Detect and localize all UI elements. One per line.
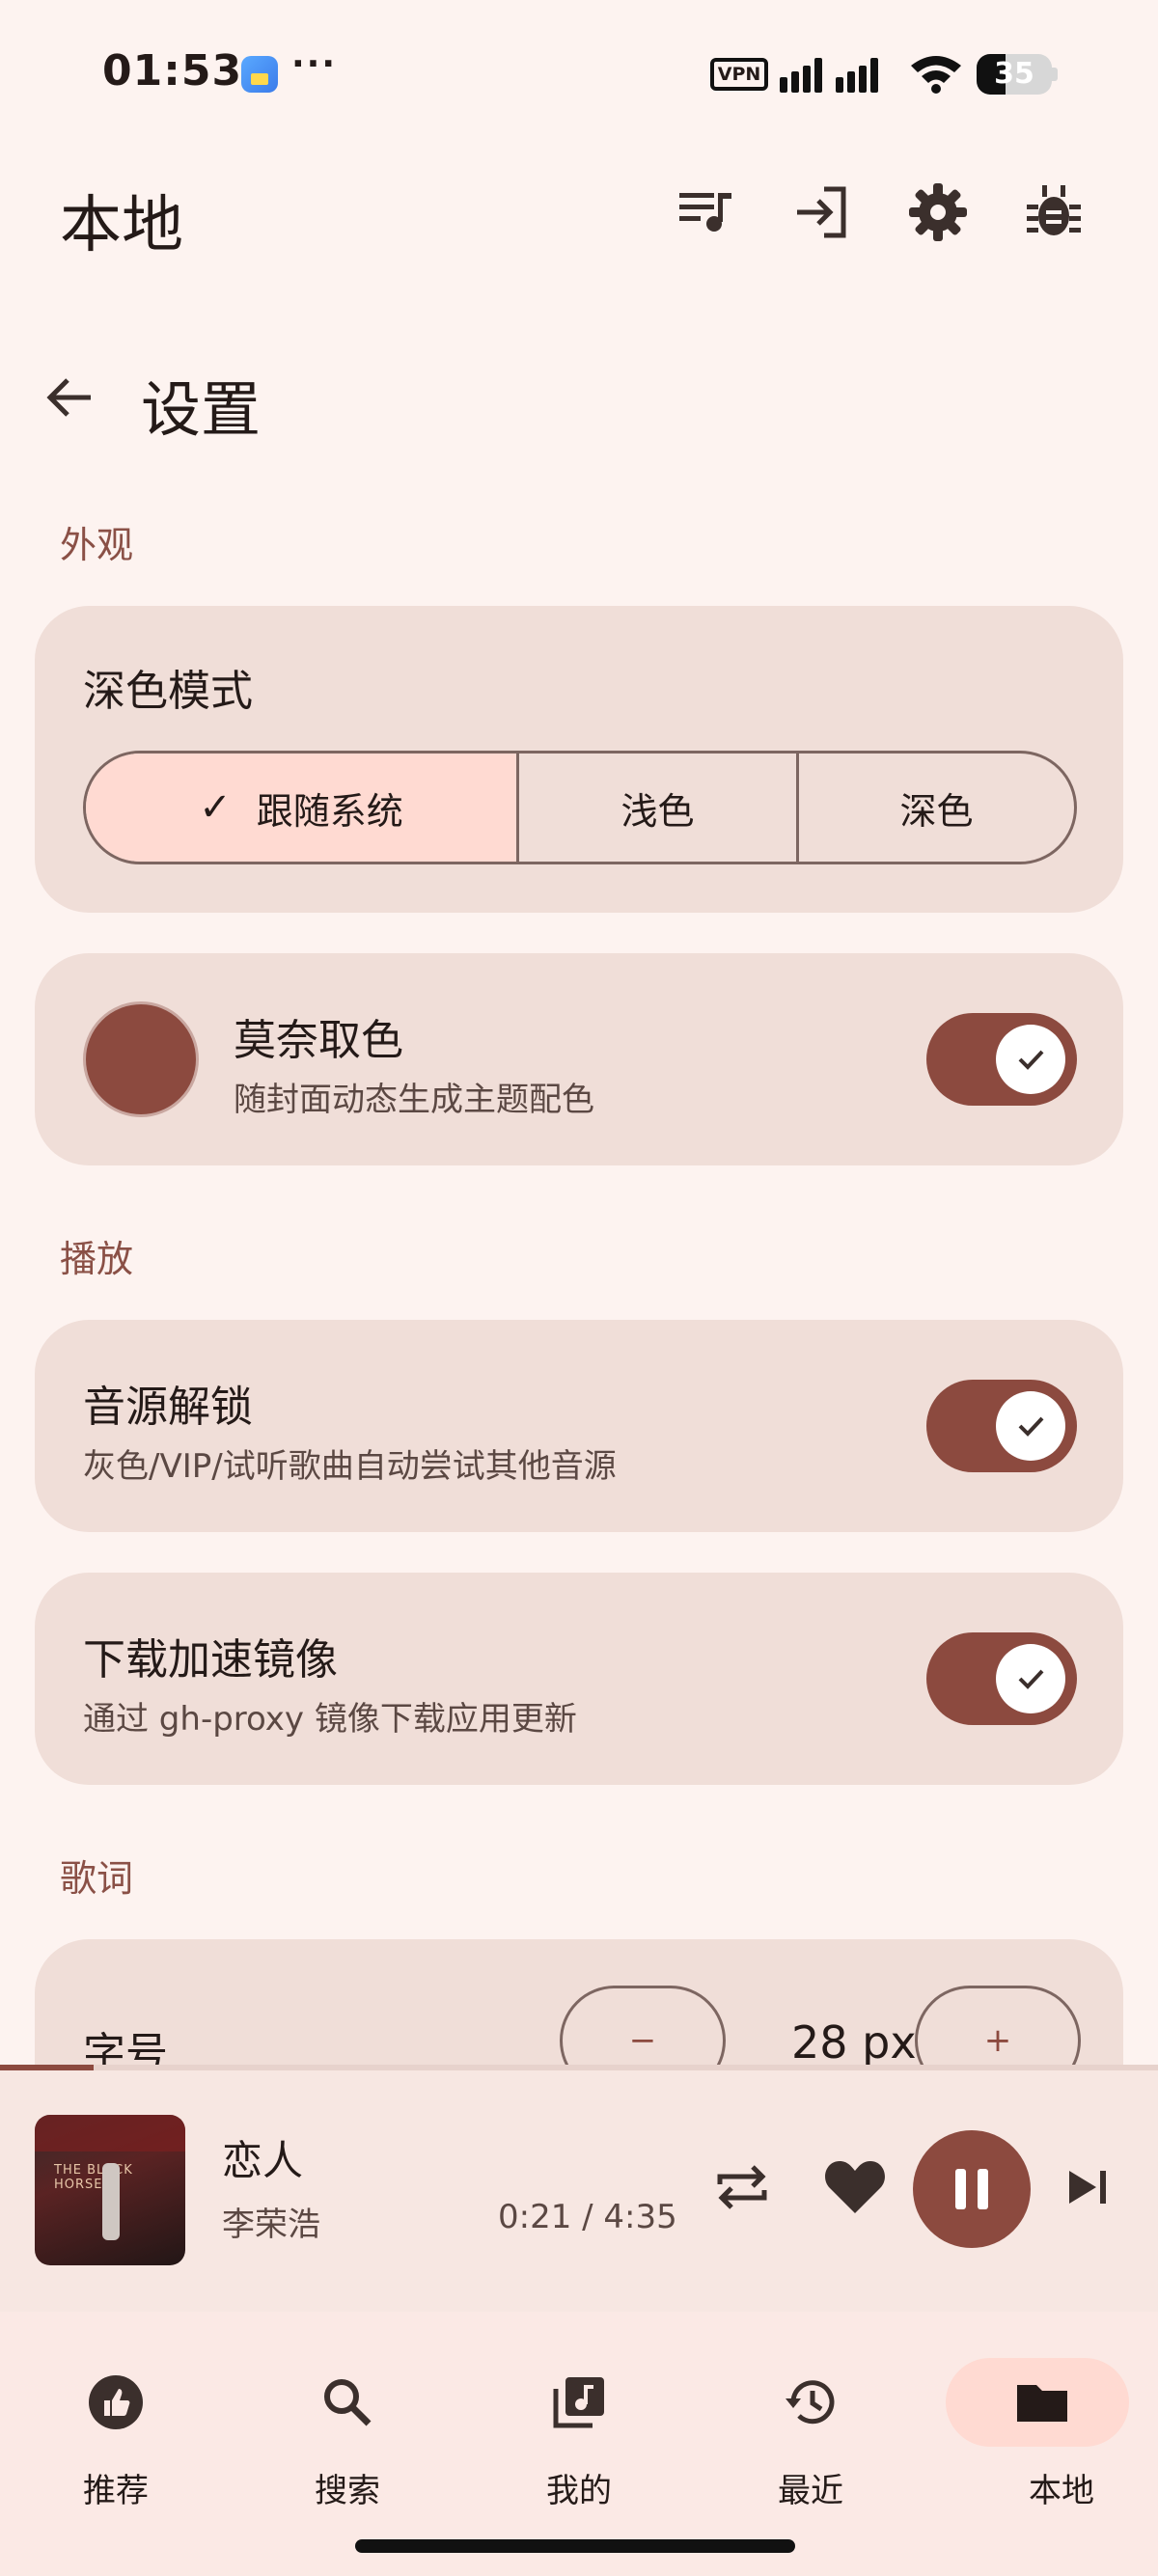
option-label: 跟随系统 xyxy=(256,789,403,833)
theme-color-swatch xyxy=(83,1001,199,1117)
album-cover: THE BLACK HORSE xyxy=(35,2115,185,2265)
check-icon xyxy=(1018,1050,1044,1070)
back-arrow-icon[interactable] xyxy=(42,370,96,425)
monet-title: 莫奈取色 xyxy=(234,1016,403,1065)
mirror-title: 下载加速镜像 xyxy=(83,1635,338,1685)
repeat-icon[interactable] xyxy=(710,2155,774,2219)
check-icon xyxy=(1018,1669,1044,1689)
battery-level: 35 xyxy=(994,57,1034,91)
mirror-card[interactable]: 下载加速镜像 通过 gh-proxy 镜像下载应用更新 xyxy=(35,1573,1123,1785)
wifi-icon xyxy=(911,56,961,94)
mirror-toggle[interactable] xyxy=(926,1632,1077,1725)
monet-card[interactable]: 莫奈取色 随封面动态生成主题配色 xyxy=(35,953,1123,1165)
pause-button[interactable] xyxy=(913,2130,1031,2248)
history-icon xyxy=(786,2380,835,2425)
nav-label: 本地 xyxy=(1029,2472,1094,2510)
check-icon: ✓ xyxy=(199,785,232,830)
thumb-up-icon xyxy=(89,2375,143,2429)
mirror-subtitle: 通过 gh-proxy 镜像下载应用更新 xyxy=(83,1700,577,1739)
toggle-knob xyxy=(996,1391,1065,1461)
unlock-title: 音源解锁 xyxy=(83,1383,253,1432)
notification-app-icon xyxy=(241,56,278,93)
unlock-card[interactable]: 音源解锁 灰色/VIP/试听歌曲自动尝试其他音源 xyxy=(35,1320,1123,1532)
song-time: 0:21 / 4:35 xyxy=(498,2198,677,2236)
nav-item-mine[interactable]: 我的 xyxy=(482,2339,676,2522)
nav-label: 我的 xyxy=(546,2472,612,2510)
section-lyrics: 歌词 xyxy=(60,1857,134,1900)
unlock-toggle[interactable] xyxy=(926,1380,1077,1472)
monet-subtitle: 随封面动态生成主题配色 xyxy=(234,1081,594,1119)
section-playback: 播放 xyxy=(60,1238,134,1280)
bug-icon[interactable] xyxy=(1023,181,1085,243)
nav-item-search[interactable]: 搜索 xyxy=(251,2339,444,2522)
check-icon xyxy=(1018,1416,1044,1437)
song-artist: 李荣浩 xyxy=(222,2206,320,2244)
nav-label: 最近 xyxy=(778,2472,843,2510)
song-title: 恋人 xyxy=(222,2137,304,2184)
nav-label: 推荐 xyxy=(83,2472,149,2510)
option-label: 深色 xyxy=(899,789,974,833)
heart-icon[interactable] xyxy=(822,2157,888,2217)
dark-mode-card: 深色模式 ✓ 跟随系统 浅色 深色 xyxy=(35,606,1123,913)
status-more: ··· xyxy=(291,44,338,84)
option-label: 浅色 xyxy=(620,789,695,833)
dark-mode-option-light[interactable]: 浅色 xyxy=(516,754,796,862)
skip-next-icon[interactable] xyxy=(1065,2167,1110,2207)
library-music-icon xyxy=(553,2377,604,2428)
folder-icon xyxy=(1017,2385,1067,2422)
toggle-knob xyxy=(996,1644,1065,1713)
unlock-subtitle: 灰色/VIP/试听歌曲自动尝试其他音源 xyxy=(83,1447,617,1486)
dark-mode-option-system[interactable]: ✓ 跟随系统 xyxy=(86,754,516,862)
dark-mode-title: 深色模式 xyxy=(83,667,253,716)
vpn-badge: VPN xyxy=(710,58,768,91)
gear-icon[interactable] xyxy=(907,181,969,243)
nav-label: 搜索 xyxy=(315,2472,380,2510)
font-size-value: 28 px xyxy=(791,2016,917,2069)
home-indicator xyxy=(355,2539,795,2553)
section-appearance: 外观 xyxy=(60,524,134,566)
login-icon[interactable] xyxy=(791,181,853,243)
nav-item-recent[interactable]: 最近 xyxy=(714,2339,907,2522)
toggle-knob xyxy=(996,1025,1065,1094)
battery-tip xyxy=(1052,68,1058,81)
page-title: 设置 xyxy=(141,374,262,445)
pause-icon xyxy=(955,2169,988,2209)
nav-item-recommend[interactable]: 推荐 xyxy=(19,2339,212,2522)
queue-music-icon[interactable] xyxy=(676,181,737,243)
battery-indicator: 35 xyxy=(977,54,1052,95)
cover-text: THE BLACK HORSE xyxy=(54,2163,133,2192)
mini-player[interactable]: THE BLACK HORSE 恋人 李荣浩 0:21 / 4:35 xyxy=(0,2070,1158,2312)
signal-icon xyxy=(780,58,878,93)
monet-toggle[interactable] xyxy=(926,1013,1077,1106)
bottom-navigation: 推荐 搜索 我的 最近 本地 xyxy=(0,2312,1158,2576)
search-icon xyxy=(324,2379,372,2426)
status-time: 01:53 xyxy=(102,46,243,96)
dark-mode-option-dark[interactable]: 深色 xyxy=(796,754,1074,862)
nav-item-local[interactable]: 本地 xyxy=(926,2339,1129,2522)
app-title: 本地 xyxy=(60,190,183,261)
dark-mode-segmented-control: ✓ 跟随系统 浅色 深色 xyxy=(83,751,1077,864)
